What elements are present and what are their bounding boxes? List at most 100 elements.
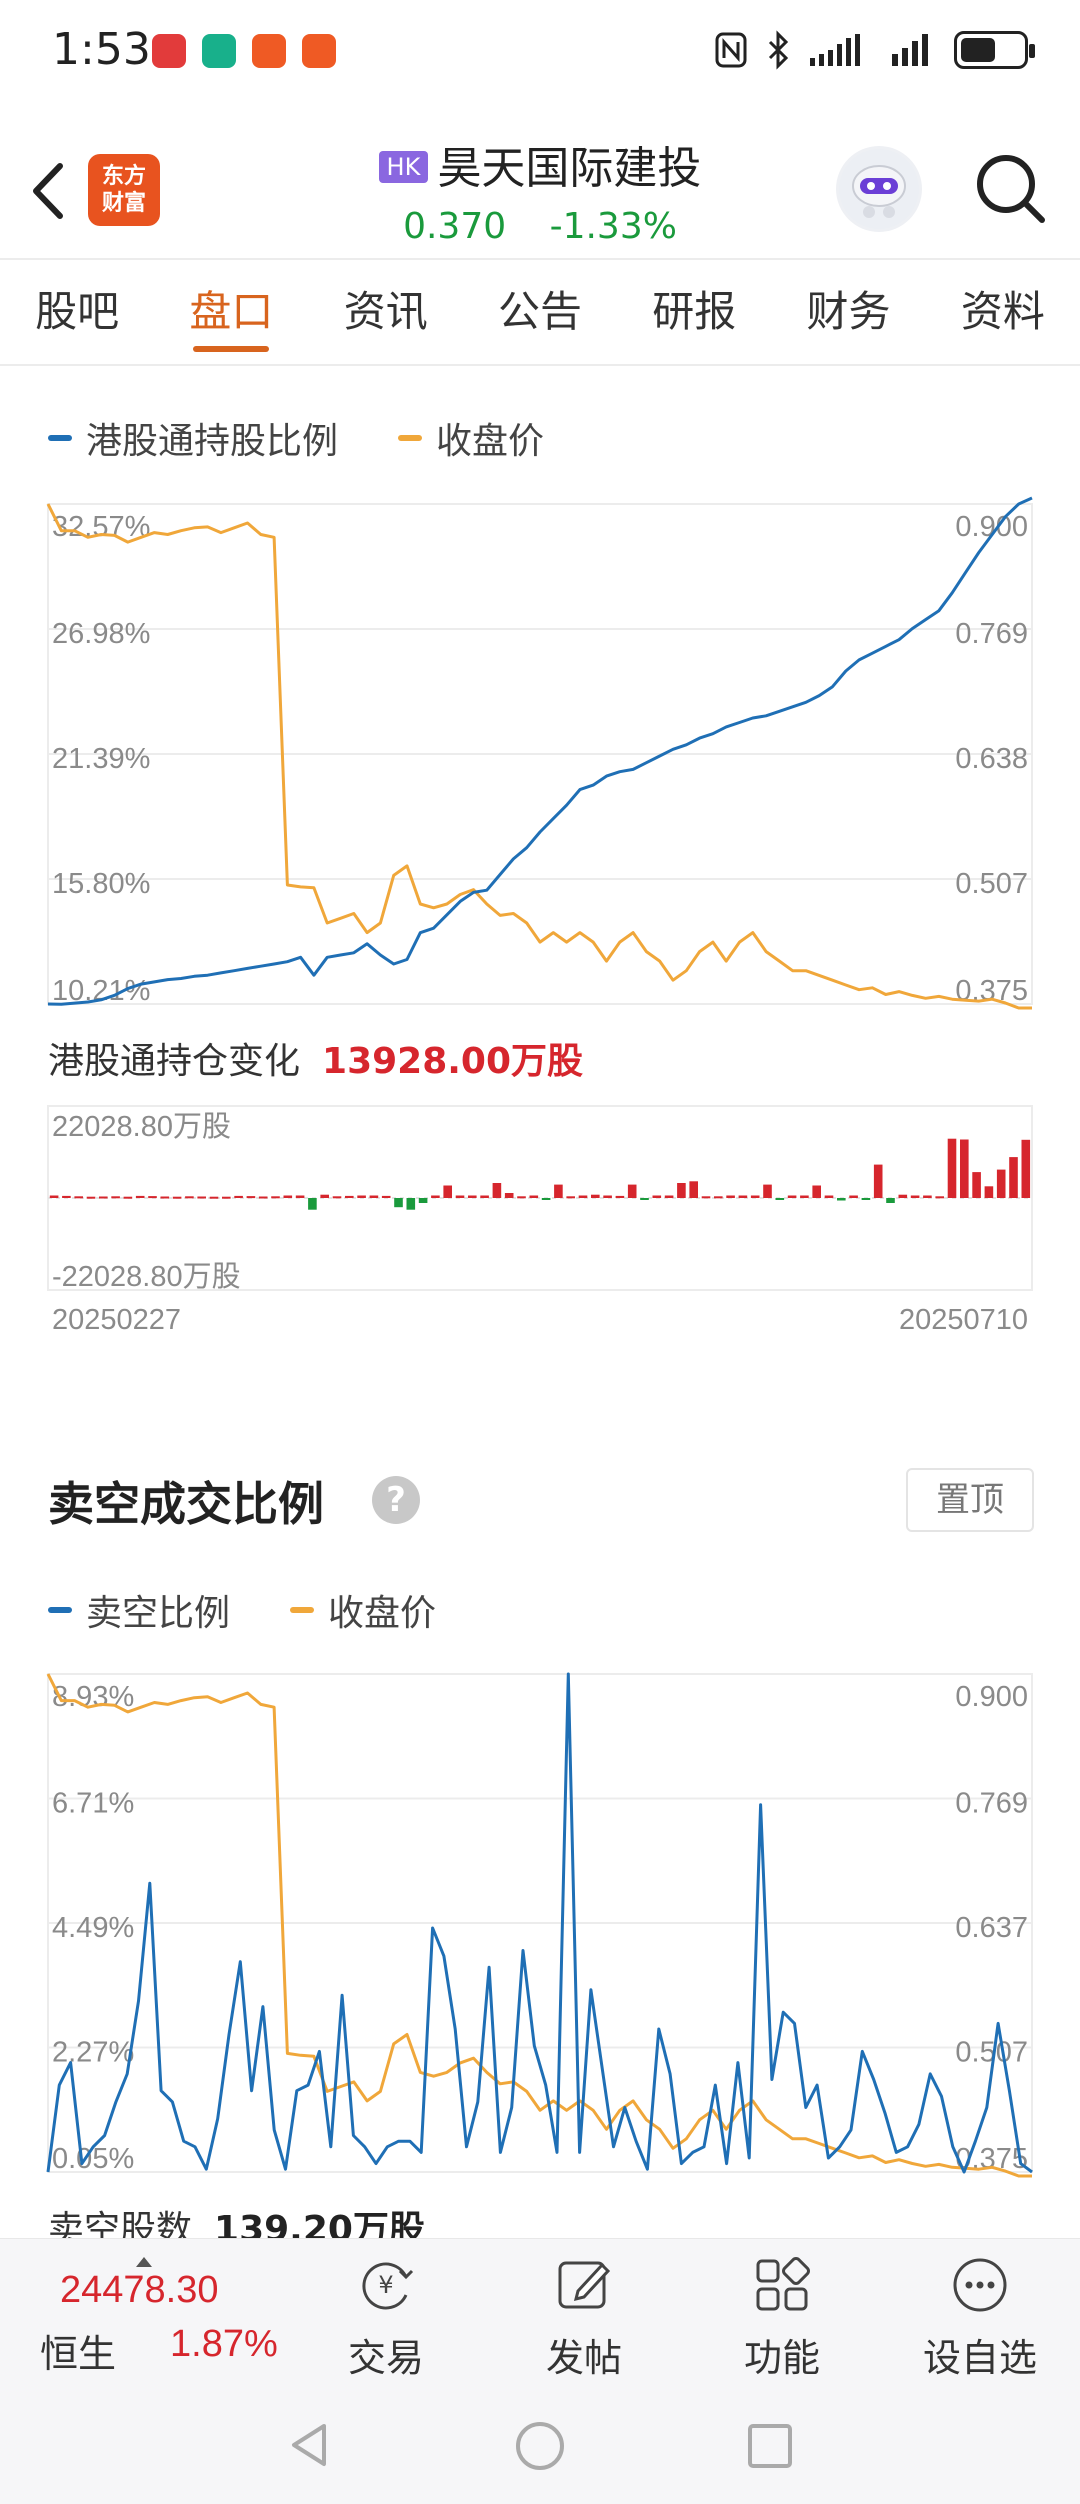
left-tick-label: 10.21% [52,975,150,1007]
holding-change-bar [652,1195,662,1198]
holding-change-bar [566,1196,575,1199]
nav-post[interactable]: 发帖 [504,2239,664,2381]
index-name: 恒生 [40,2332,117,2376]
holding-change-bar [345,1195,354,1198]
legend-item-close-2: 收盘价 [290,1584,436,1636]
short-ratio-chart: 8.93% 0.9006.71% 0.7694.49% 0.6372.27% 0.507… [46,1672,1033,2178]
holding-change-bar [369,1195,379,1198]
holding-change-bar [861,1198,871,1200]
battery-icon [954,31,1035,69]
shield-app-icon [202,34,236,68]
active-tab-underline [193,346,270,352]
series-line-0 [47,496,1033,1006]
holding-change-bar [873,1164,883,1198]
holding-change-bar [763,1184,772,1198]
holding-change-bar [160,1196,170,1199]
holding-change-bar [603,1195,612,1198]
holding-change-bar [1021,1139,1031,1198]
system-recents-icon[interactable] [746,2422,794,2470]
legend-item-close: 收盘价 [398,412,544,464]
holding-change-bar [332,1196,342,1199]
holding-change-bar [431,1195,440,1198]
holding-change-bar [726,1195,735,1198]
holding-change-bar [148,1196,157,1199]
holding-change-bar [418,1198,428,1203]
holding-change-bar [824,1195,834,1198]
holding-change-bar [541,1198,551,1200]
holding-change-bar [935,1196,944,1199]
pin-top-button[interactable]: 置顶 [906,1468,1034,1532]
trade-icon: ¥ [362,2262,414,2310]
system-back-icon[interactable] [284,2420,334,2470]
holding-change-bar [591,1194,600,1198]
holding-change-bar [480,1195,489,1198]
tab-3[interactable]: 公告 [463,260,617,364]
holding-change-title: 港股通持仓变化 [48,1041,301,1082]
date-start: 20250227 [52,1304,182,1336]
tab-5[interactable]: 财务 [771,260,925,364]
chart3-legend: 卖空比例 收盘价 [48,1584,496,1636]
right-tick-label: 0.769 [955,1788,1028,1820]
holding-change-bar [172,1196,182,1199]
signal-icon-2 [892,34,928,66]
stock-quote: 0.370 -1.33% [340,206,740,247]
holding-change-bar [1009,1157,1018,1198]
nav-trade[interactable]: ¥ 交易 [306,2239,466,2381]
holding-change-bar [960,1139,969,1198]
assistant-robot-icon[interactable] [836,146,922,232]
date-end: 20250710 [898,1304,1028,1336]
holding-change-bar [529,1195,539,1198]
holding-change-bar [504,1193,514,1198]
nfc-icon [715,32,747,68]
left-tick-label: 21.39% [52,743,150,775]
nav-add-watchlist[interactable]: 设自选 [900,2239,1060,2381]
holding-change-bar [923,1195,932,1198]
index-change: 1.87% [170,2323,278,2365]
holding-change-bar [996,1169,1006,1198]
tab-1[interactable]: 盘口 [154,260,308,364]
back-arrow-icon[interactable] [24,156,72,226]
system-nav-bar [0,2380,1080,2504]
tab-6[interactable]: 资料 [926,260,1080,364]
holding-change-bar [99,1196,108,1199]
system-home-icon[interactable] [514,2420,566,2472]
legend-item-holding: 港股通持股比例 [48,412,338,464]
holding-change-bar [197,1196,206,1199]
holding-change-bar [455,1195,465,1198]
tab-0[interactable]: 股吧 [0,260,154,364]
more-dots-icon [953,2258,1007,2312]
nav-trade-label: 交易 [347,2336,424,2380]
legend-label-close-2: 收盘价 [328,1593,437,1634]
help-icon[interactable]: ? [372,1476,420,1524]
holding-change-bar [664,1195,674,1198]
status-right [714,28,1035,72]
battery-fill [961,38,996,62]
left-tick-label: 15.80% [52,868,150,900]
holding-change-bar [947,1138,957,1198]
feishu-app-icon-2 [302,34,336,68]
holding-change-bar [849,1195,858,1198]
status-time: 1:53 [52,24,151,75]
tab-4[interactable]: 研报 [617,260,771,364]
index-value: 24478.30 [60,2269,219,2311]
right-tick-label: 0.507 [955,868,1028,900]
holding-change-bar [258,1196,268,1199]
holding-change-bar [246,1196,256,1199]
holding-change-bar [554,1184,563,1198]
holding-change-bar [222,1196,231,1199]
holding-change-bar [972,1172,981,1198]
search-icon[interactable] [970,148,1050,228]
bar-min-label: -22028.80万股 [52,1261,241,1293]
svg-text:¥: ¥ [378,2271,393,2299]
legend-swatch-orange [398,435,423,441]
holding-change-bar [86,1196,96,1199]
nav-function[interactable]: 功能 [702,2239,862,2381]
app-logo[interactable]: 东方 财富 [88,154,160,226]
holding-change-bar [640,1198,649,1200]
stock-name: 昊天国际建投 [437,143,702,194]
holding-change-bar [283,1195,293,1198]
series-line-1 [46,1673,1032,2178]
legend-label-close: 收盘价 [436,421,545,462]
holding-change-bar [308,1198,317,1210]
tab-2[interactable]: 资讯 [309,260,463,364]
